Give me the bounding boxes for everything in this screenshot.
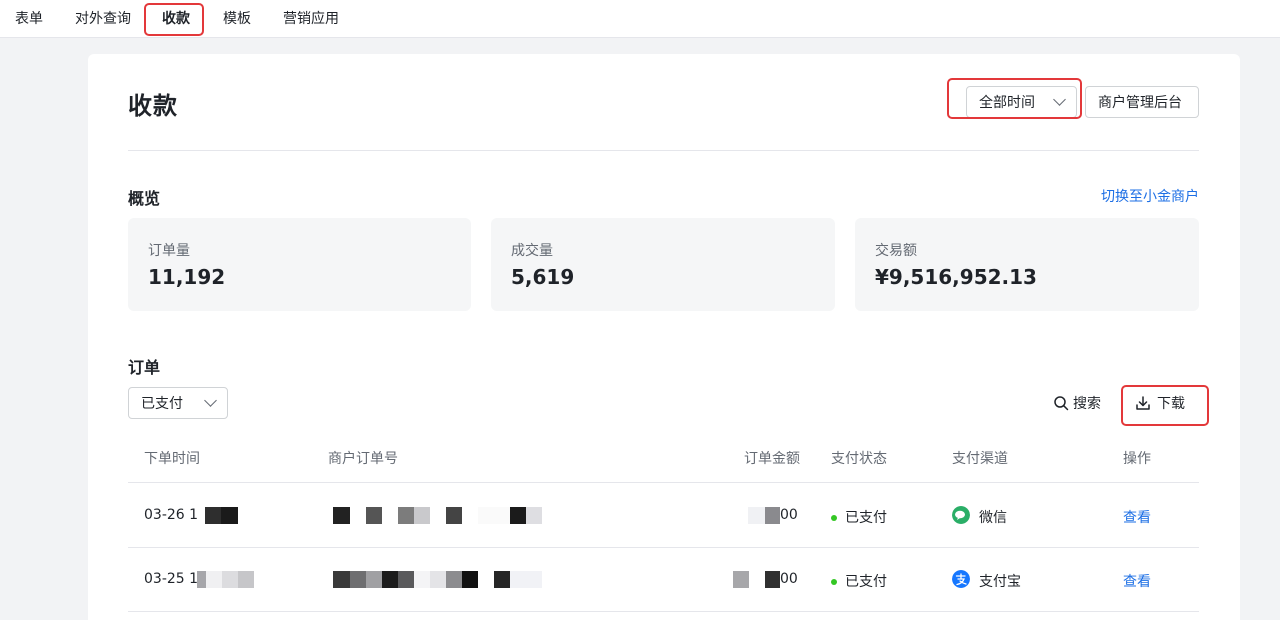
column-header-pay-channel: 支付渠道 [952,451,1008,467]
column-header-order-time: 下单时间 [144,451,200,467]
redacted-block [221,507,238,524]
pay-channel: 微信 [979,510,1007,526]
status-dot [831,515,837,521]
redacted-block [222,571,238,588]
time-filter-value: 全部时间 [979,95,1035,111]
pay-status-label: 已支付 [845,574,887,590]
nav-tab-templates[interactable]: 模板 [223,8,251,28]
status-dot [831,579,837,585]
stat-card-deals: 成交量 5,619 [491,218,835,311]
redacted-block [206,571,222,588]
top-nav: 表单 对外查询 收款 模板 营销应用 [0,0,1280,38]
main-card [88,54,1240,620]
chevron-down-icon [204,394,217,407]
column-header-pay-status: 支付状态 [831,451,887,467]
search-button[interactable]: 搜索 [1053,393,1101,413]
order-time: 03-26 1 [144,507,199,523]
order-amount-suffix: 00 [780,507,798,523]
stat-card-orders: 订单量 11,192 [128,218,471,311]
redacted-block [733,571,749,588]
stat-value: 5,619 [511,265,575,289]
download-button[interactable]: 下载 [1135,393,1185,413]
order-amount-suffix: 00 [780,571,798,587]
divider [128,150,1199,151]
status-filter-value: 已支付 [141,396,183,412]
nav-tab-marketing[interactable]: 营销应用 [283,8,339,28]
view-order-link[interactable]: 查看 [1123,507,1151,527]
row-divider [128,482,1199,483]
time-filter-select[interactable]: 全部时间 [966,86,1077,118]
status-filter-select[interactable]: 已支付 [128,387,228,419]
stat-value: ¥9,516,952.13 [875,265,1037,289]
overview-title: 概览 [128,189,161,208]
pay-channel: 支付宝 [979,574,1021,590]
column-header-amount: 订单金额 [744,451,800,467]
redacted-block [748,507,765,524]
order-time: 03-25 1 [144,571,199,587]
orders-title: 订单 [128,358,161,377]
switch-merchant-link[interactable]: 切换至小金商户 [1101,186,1199,206]
search-label: 搜索 [1073,396,1101,412]
chevron-down-icon [1053,93,1066,106]
redacted-block [765,507,780,524]
alipay-icon [952,570,970,588]
wechat-icon [952,506,970,524]
redacted-block [238,571,254,588]
pay-status: 已支付 [831,507,887,527]
redacted-block [765,571,780,588]
pay-status-label: 已支付 [845,510,887,526]
row-divider [128,547,1199,548]
nav-tab-public-query[interactable]: 对外查询 [75,8,131,28]
view-order-link[interactable]: 查看 [1123,571,1151,591]
column-header-actions: 操作 [1123,451,1151,467]
redacted-block [197,571,206,588]
stat-card-volume: 交易额 ¥9,516,952.13 [855,218,1199,311]
stat-label: 交易额 [875,243,917,259]
download-label: 下载 [1157,396,1185,412]
pay-status: 已支付 [831,571,887,591]
page-title: 收款 [128,92,178,120]
nav-tab-payments[interactable]: 收款 [162,8,190,28]
column-header-merchant-order-no: 商户订单号 [328,451,398,467]
stat-value: 11,192 [148,265,226,289]
stat-label: 订单量 [148,243,190,259]
row-divider [128,611,1199,612]
stat-label: 成交量 [511,243,553,259]
nav-tab-form[interactable]: 表单 [15,8,43,28]
redacted-block [205,507,221,524]
download-icon [1136,396,1150,410]
merchant-admin-button[interactable]: 商户管理后台 [1085,86,1199,118]
search-icon [1054,396,1069,411]
